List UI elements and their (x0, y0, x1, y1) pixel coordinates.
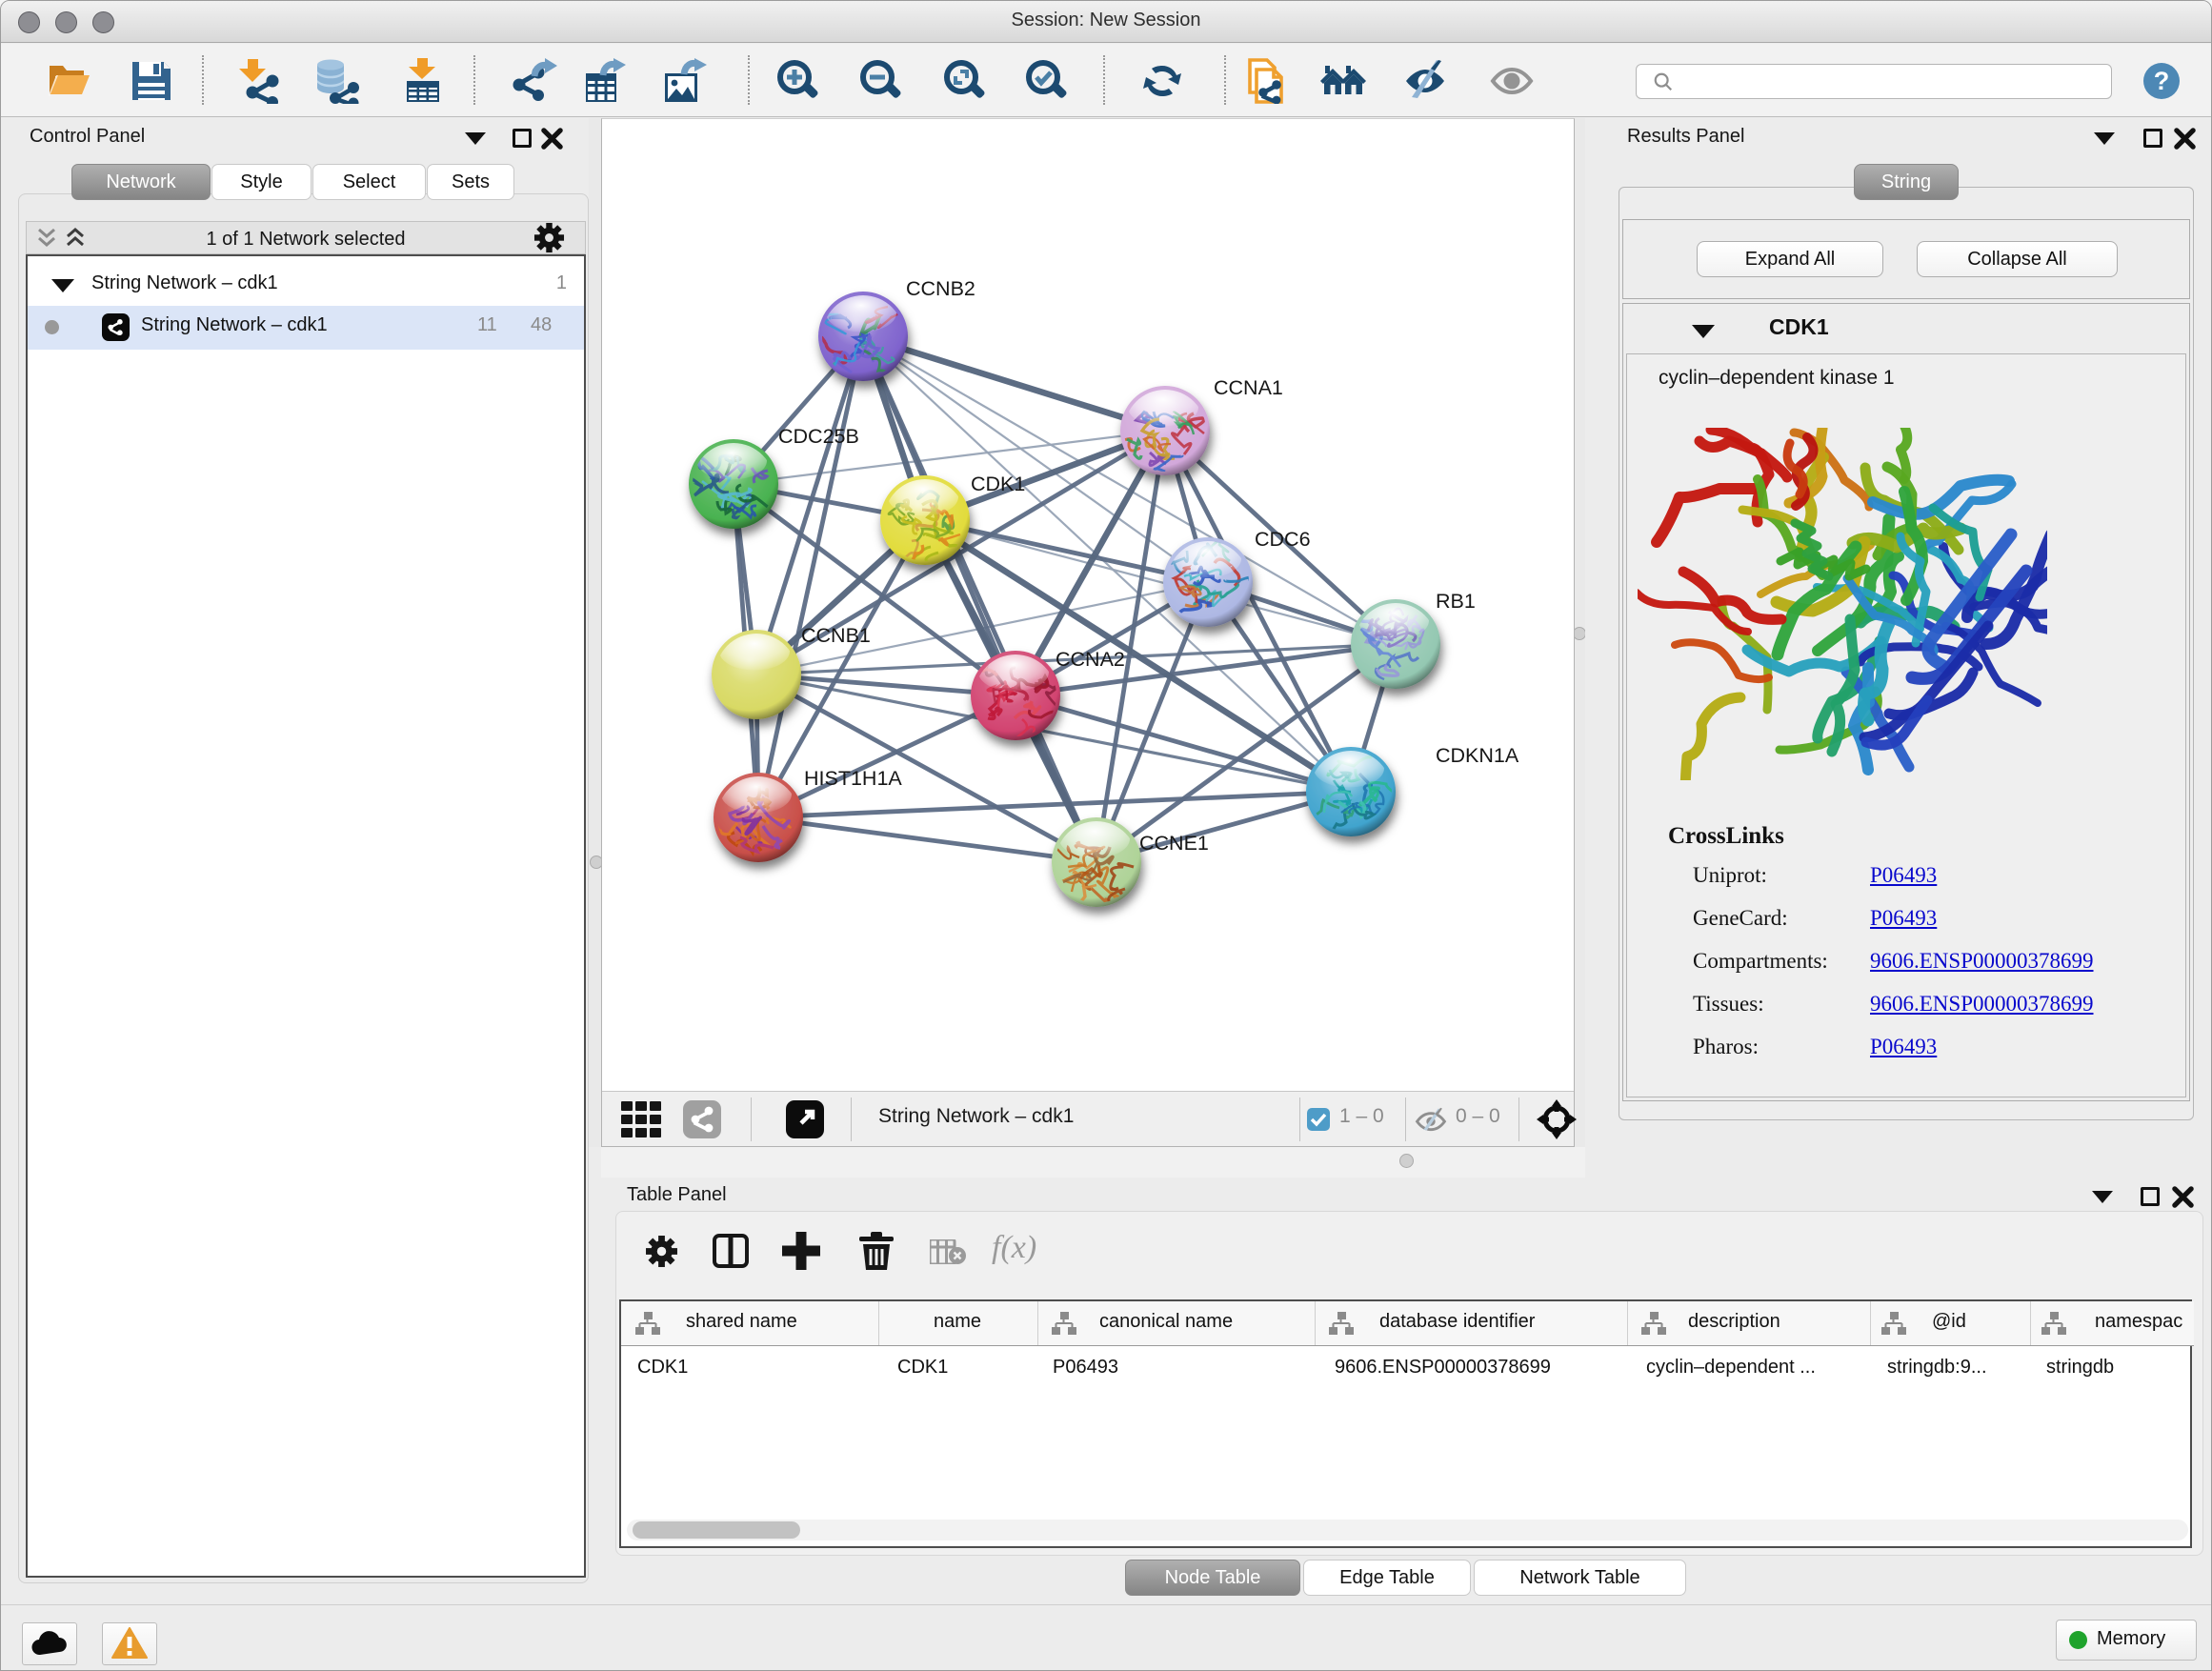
svg-text:CCNA1: CCNA1 (1214, 376, 1283, 399)
svg-text:CCNB1: CCNB1 (801, 624, 871, 647)
svg-text:RB1: RB1 (1436, 590, 1476, 613)
svg-text:CDC25B: CDC25B (778, 425, 859, 448)
svg-text:HIST1H1A: HIST1H1A (804, 767, 902, 790)
svg-text:CDC6: CDC6 (1255, 528, 1311, 551)
svg-text:CDKN1A: CDKN1A (1436, 744, 1519, 767)
svg-text:CCNA2: CCNA2 (1056, 648, 1125, 671)
svg-text:CCNE1: CCNE1 (1139, 832, 1209, 855)
svg-text:?: ? (2154, 67, 2170, 95)
svg-text:CDK1: CDK1 (971, 473, 1025, 495)
svg-text:CCNB2: CCNB2 (906, 277, 975, 300)
